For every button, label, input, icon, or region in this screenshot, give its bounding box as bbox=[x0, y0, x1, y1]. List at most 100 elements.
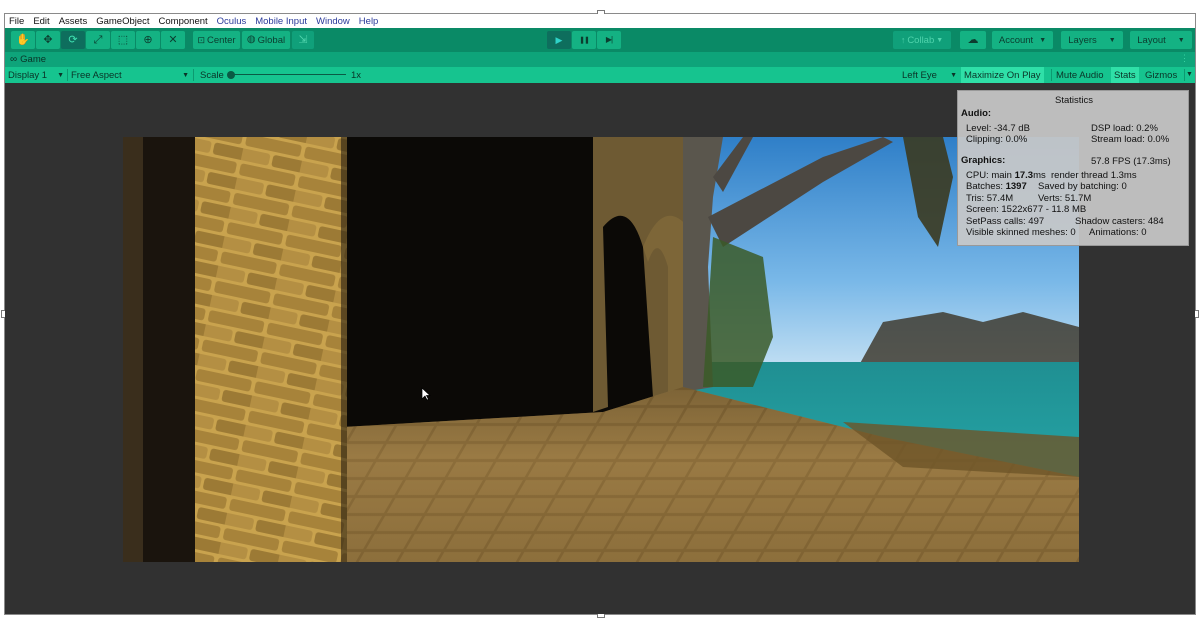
screen-info: Screen: 1522x677 - 11.8 MB bbox=[966, 204, 1087, 215]
chevron-down-icon: ▼ bbox=[950, 71, 957, 79]
snap-icon: ⇲ bbox=[298, 33, 308, 46]
globe-icon: ◍ bbox=[246, 34, 256, 45]
scale-label: Scale bbox=[200, 69, 224, 81]
main-toolbar: ✋ ✥ ⟳ ⤢ ⬚ ⊕ ✕ ⊡ Center ◍ Global ⇲ ▶ ❚❚ ▶… bbox=[5, 28, 1195, 52]
layers-dropdown[interactable]: Layers ▼ bbox=[1061, 31, 1123, 49]
step-button[interactable]: ▶| bbox=[597, 31, 621, 49]
pivot-icon: ⊡ bbox=[197, 34, 206, 45]
rotate-tool-button[interactable]: ⟳ bbox=[61, 31, 85, 49]
menu-assets[interactable]: Assets bbox=[55, 16, 93, 27]
mouse-cursor-icon bbox=[421, 387, 431, 401]
gizmos-chevron-down-icon[interactable]: ▼ bbox=[1186, 71, 1193, 78]
menu-gameobject[interactable]: GameObject bbox=[92, 16, 154, 27]
menu-mobile-input[interactable]: Mobile Input bbox=[251, 16, 312, 27]
audio-clipping: Clipping: 0.0% bbox=[966, 134, 1028, 145]
eye-label: Left Eye bbox=[902, 69, 937, 81]
pause-icon: ❚❚ bbox=[579, 36, 590, 44]
menu-bar: File Edit Assets GameObject Component Oc… bbox=[5, 14, 1195, 28]
move-icon: ✥ bbox=[43, 33, 53, 46]
play-button[interactable]: ▶ bbox=[547, 31, 571, 49]
tab-game[interactable]: ∞ Game bbox=[5, 54, 46, 65]
saved-by-batching: Saved by batching: 0 bbox=[1038, 181, 1127, 192]
pivot-label: Center bbox=[207, 34, 236, 46]
collab-label: Collab bbox=[907, 34, 935, 46]
layout-label: Layout bbox=[1137, 34, 1166, 46]
space-global-button[interactable]: ◍ Global bbox=[242, 31, 290, 49]
cpu-stats: CPU: main 17.3ms render thread 1.3ms bbox=[966, 170, 1137, 181]
cloud-button[interactable]: ☁ bbox=[960, 31, 986, 49]
layout-dropdown[interactable]: Layout ▼ bbox=[1130, 31, 1192, 49]
scale-tool-button[interactable]: ⤢ bbox=[86, 31, 110, 49]
menu-help[interactable]: Help bbox=[355, 16, 384, 27]
cpu-main-value: 17.3 bbox=[1014, 170, 1034, 181]
menu-edit[interactable]: Edit bbox=[29, 16, 54, 27]
account-dropdown[interactable]: Account ▼ bbox=[992, 31, 1053, 49]
setpass-calls: SetPass calls: 497 bbox=[966, 216, 1045, 227]
hand-tool-button[interactable]: ✋ bbox=[11, 31, 35, 49]
arrow-up-icon: ↑ bbox=[900, 34, 906, 45]
scale-slider-thumb[interactable] bbox=[227, 71, 235, 79]
statistics-panel: Statistics Audio: Level: -34.7 dB Clippi… bbox=[957, 90, 1189, 246]
scale-slider-track[interactable] bbox=[231, 74, 346, 75]
chevron-down-icon: ▼ bbox=[1177, 36, 1185, 44]
kebab-menu-icon[interactable]: ⋮ bbox=[1180, 53, 1189, 64]
shadow-casters: Shadow casters: 484 bbox=[1075, 216, 1164, 227]
transform-icon: ⊕ bbox=[143, 33, 153, 46]
graphics-header: Graphics: bbox=[961, 155, 1006, 166]
divider bbox=[1051, 69, 1052, 81]
tab-game-label: Game bbox=[20, 54, 47, 65]
menu-component[interactable]: Component bbox=[155, 16, 213, 27]
cloud-icon: ☁ bbox=[967, 33, 979, 46]
display-label: Display 1 bbox=[8, 69, 48, 81]
scale-value: 1x bbox=[351, 69, 362, 81]
stats-title: Statistics bbox=[1054, 95, 1093, 106]
display-dropdown[interactable]: Display 1 ▼ bbox=[5, 67, 67, 83]
audio-level: Level: -34.7 dB bbox=[966, 123, 1030, 134]
rect-tool-button[interactable]: ⬚ bbox=[111, 31, 135, 49]
visible-skinned-meshes: Visible skinned meshes: 0 bbox=[966, 227, 1076, 238]
snap-button[interactable]: ⇲ bbox=[292, 31, 314, 49]
chevron-down-icon: ▼ bbox=[57, 71, 64, 79]
menu-window[interactable]: Window bbox=[312, 16, 355, 27]
game-render[interactable] bbox=[123, 137, 1079, 562]
collab-button[interactable]: ↑ Collab ▼ bbox=[893, 31, 951, 49]
play-icon: ▶ bbox=[555, 34, 563, 45]
batches-value: 1397 bbox=[1005, 181, 1027, 192]
scale-icon: ⤢ bbox=[93, 33, 103, 46]
menu-file[interactable]: File bbox=[5, 16, 29, 27]
pivot-center-button[interactable]: ⊡ Center bbox=[193, 31, 240, 49]
account-label: Account bbox=[998, 34, 1034, 46]
space-label: Global bbox=[257, 34, 286, 46]
custom-tool-button[interactable]: ✕ bbox=[161, 31, 185, 49]
transform-tool-button[interactable]: ⊕ bbox=[136, 31, 160, 49]
stream-load: Stream load: 0.0% bbox=[1091, 134, 1170, 145]
cpu-prefix: CPU: main bbox=[966, 170, 1015, 181]
audio-header: Audio: bbox=[961, 108, 992, 119]
move-tool-button[interactable]: ✥ bbox=[36, 31, 60, 49]
cpu-suffix: ms render thread 1.3ms bbox=[1033, 170, 1137, 181]
rotate-icon: ⟳ bbox=[68, 33, 78, 46]
chevron-down-icon: ▼ bbox=[936, 36, 944, 44]
game-view-toolbar: Display 1 ▼ Free Aspect ▼ Scale 1x Left … bbox=[5, 67, 1195, 83]
chevron-down-icon: ▼ bbox=[182, 71, 189, 79]
rect-icon: ⬚ bbox=[117, 33, 129, 46]
aspect-dropdown[interactable]: Free Aspect ▼ bbox=[68, 67, 192, 83]
hand-icon: ✋ bbox=[16, 33, 30, 46]
batches-stats: Batches: 1397 bbox=[966, 181, 1027, 192]
fps-readout: 57.8 FPS (17.3ms) bbox=[1091, 156, 1171, 167]
pause-button[interactable]: ❚❚ bbox=[572, 31, 596, 49]
step-icon: ▶| bbox=[605, 35, 613, 44]
maximize-on-play-toggle[interactable]: Maximize On Play bbox=[961, 67, 1044, 83]
gizmos-toggle[interactable]: Gizmos bbox=[1142, 67, 1180, 83]
tris-count: Tris: 57.4M bbox=[966, 193, 1014, 204]
menu-oculus[interactable]: Oculus bbox=[213, 16, 252, 27]
eye-dropdown[interactable]: Left Eye ▼ bbox=[899, 67, 960, 83]
batches-prefix: Batches: bbox=[966, 181, 1006, 192]
stats-toggle[interactable]: Stats bbox=[1111, 67, 1139, 83]
mute-audio-toggle[interactable]: Mute Audio bbox=[1053, 67, 1107, 83]
verts-count: Verts: 51.7M bbox=[1038, 193, 1092, 204]
layers-label: Layers bbox=[1068, 34, 1097, 46]
divider bbox=[193, 69, 194, 81]
divider bbox=[1184, 69, 1185, 81]
aspect-label: Free Aspect bbox=[71, 69, 122, 81]
